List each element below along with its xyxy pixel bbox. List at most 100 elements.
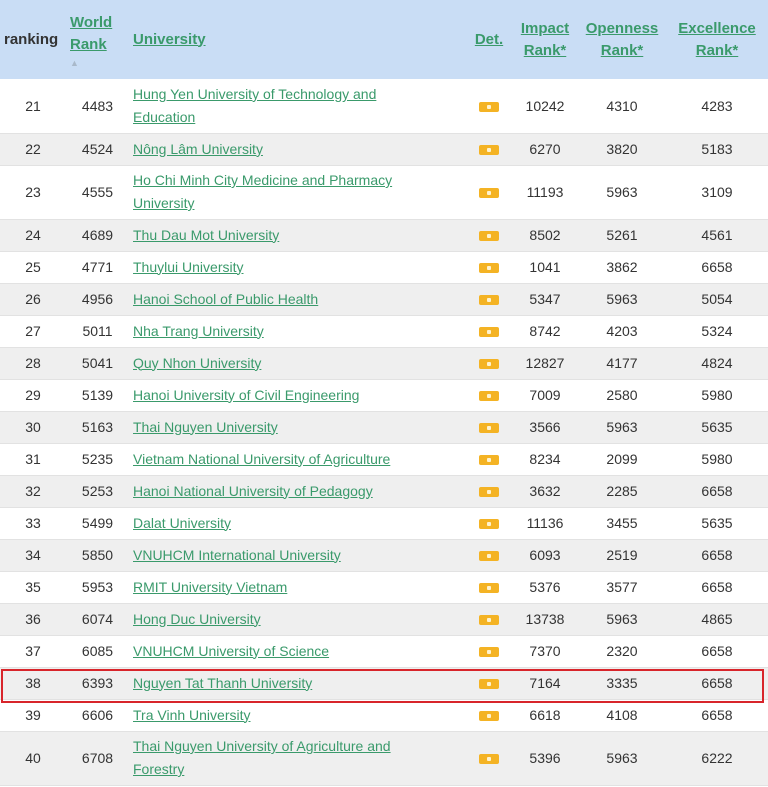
cell-det[interactable] — [466, 379, 512, 411]
cell-det[interactable] — [466, 571, 512, 603]
details-icon[interactable] — [479, 754, 499, 765]
cell-det[interactable] — [466, 443, 512, 475]
col-header-openness-rank[interactable]: Openness Rank* — [578, 0, 666, 79]
cell-university[interactable]: Thai Nguyen University — [129, 411, 466, 443]
table-row: 31 5235 Vietnam National University of Agr… — [0, 443, 768, 475]
university-link[interactable]: Hung Yen University of Technology and — [133, 86, 376, 102]
details-icon[interactable] — [479, 391, 499, 402]
cell-det[interactable] — [466, 411, 512, 443]
cell-university[interactable]: Thuylui University — [129, 251, 466, 283]
details-icon[interactable] — [479, 711, 499, 722]
details-icon[interactable] — [479, 102, 499, 113]
world-rank-sort-link[interactable]: World Rank — [70, 14, 112, 53]
cell-det[interactable] — [466, 475, 512, 507]
university-link[interactable]: Thai Nguyen University of Agriculture an… — [133, 738, 391, 754]
cell-university[interactable]: Hanoi University of Civil Engineering — [129, 379, 466, 411]
cell-university[interactable]: Nguyen Tat Thanh University — [129, 667, 466, 699]
university-link[interactable]: Hanoi University of Civil Engineering — [133, 387, 359, 403]
cell-university[interactable]: Hong Duc University — [129, 603, 466, 635]
details-icon[interactable] — [479, 295, 499, 306]
cell-university[interactable]: VNUHCM International University — [129, 539, 466, 571]
university-sort-link[interactable]: University — [133, 31, 206, 48]
details-icon[interactable] — [479, 327, 499, 338]
col-header-impact-rank[interactable]: Impact Rank* — [512, 0, 578, 79]
university-link[interactable]: Tra Vinh University — [133, 707, 250, 723]
cell-impact-rank: 6618 — [529, 707, 561, 723]
cell-det[interactable] — [466, 315, 512, 347]
university-link[interactable]: Nông Lâm University — [133, 141, 263, 157]
openness-rank-sort-link[interactable]: Openness Rank* — [586, 20, 659, 59]
cell-det[interactable] — [466, 251, 512, 283]
details-icon[interactable] — [479, 551, 499, 562]
cell-excellence-rank: 5980 — [701, 451, 733, 467]
cell-university[interactable]: Thu Dau Mot University — [129, 219, 466, 251]
cell-university[interactable]: Ho Chi Minh City Medicine and Pharmacy Un… — [129, 165, 466, 219]
cell-university[interactable]: Nông Lâm University — [129, 133, 466, 165]
cell-university[interactable]: Hanoi School of Public Health — [129, 283, 466, 315]
excellence-rank-sort-link[interactable]: Excellence Rank* — [678, 20, 756, 59]
university-link[interactable]: VNUHCM International University — [133, 547, 341, 563]
university-link[interactable]: Nguyen Tat Thanh University — [133, 675, 312, 691]
details-icon[interactable] — [479, 679, 499, 690]
cell-university[interactable]: Hanoi National University of Pedagogy — [129, 475, 466, 507]
cell-university[interactable]: Nha Trang University — [129, 315, 466, 347]
university-link[interactable]: Nha Trang University — [133, 323, 264, 339]
details-icon[interactable] — [479, 188, 499, 199]
university-link-line2[interactable]: University — [133, 195, 194, 211]
cell-det[interactable] — [466, 219, 512, 251]
university-link[interactable]: Thu Dau Mot University — [133, 227, 279, 243]
cell-university[interactable]: Quy Nhon University — [129, 347, 466, 379]
details-icon[interactable] — [479, 647, 499, 658]
cell-det[interactable] — [466, 507, 512, 539]
details-icon[interactable] — [479, 231, 499, 242]
university-link[interactable]: Thuylui University — [133, 259, 243, 275]
col-header-university[interactable]: University — [129, 0, 466, 79]
cell-det[interactable] — [466, 635, 512, 667]
cell-university[interactable]: Tra Vinh University — [129, 699, 466, 731]
details-icon[interactable] — [479, 423, 499, 434]
cell-university[interactable]: Hung Yen University of Technology and Edu… — [129, 79, 466, 133]
university-link[interactable]: Hong Duc University — [133, 611, 261, 627]
university-link-line2[interactable]: Forestry — [133, 761, 184, 777]
cell-det[interactable] — [466, 347, 512, 379]
col-header-det[interactable]: Det. — [466, 0, 512, 79]
cell-det[interactable] — [466, 699, 512, 731]
details-icon[interactable] — [479, 359, 499, 370]
cell-det[interactable] — [466, 667, 512, 699]
cell-det[interactable] — [466, 133, 512, 165]
university-link-line2[interactable]: Education — [133, 109, 195, 125]
university-link[interactable]: RMIT University Vietnam — [133, 579, 287, 595]
cell-university[interactable]: Thai Nguyen University of Agriculture an… — [129, 731, 466, 785]
cell-world-rank: 6708 — [81, 750, 114, 766]
cell-det[interactable] — [466, 165, 512, 219]
cell-det[interactable] — [466, 283, 512, 315]
details-icon[interactable] — [479, 455, 499, 466]
cell-excellence-rank: 4865 — [701, 611, 733, 627]
col-header-excellence-rank[interactable]: Excellence Rank* — [666, 0, 768, 79]
university-link[interactable]: Quy Nhon University — [133, 355, 261, 371]
details-icon[interactable] — [479, 583, 499, 594]
university-link[interactable]: Hanoi School of Public Health — [133, 291, 318, 307]
details-icon[interactable] — [479, 519, 499, 530]
cell-det[interactable] — [466, 731, 512, 785]
det-sort-link[interactable]: Det. — [475, 31, 503, 48]
cell-det[interactable] — [466, 79, 512, 133]
cell-det[interactable] — [466, 539, 512, 571]
cell-det[interactable] — [466, 603, 512, 635]
cell-university[interactable]: VNUHCM University of Science — [129, 635, 466, 667]
details-icon[interactable] — [479, 487, 499, 498]
university-link[interactable]: Hanoi National University of Pedagogy — [133, 483, 373, 499]
cell-university[interactable]: Dalat University — [129, 507, 466, 539]
impact-rank-sort-link[interactable]: Impact Rank* — [521, 20, 569, 59]
details-icon[interactable] — [479, 145, 499, 156]
details-icon[interactable] — [479, 263, 499, 274]
col-header-world-rank[interactable]: World Rank ▲ — [66, 0, 129, 79]
university-link[interactable]: Dalat University — [133, 515, 231, 531]
university-link[interactable]: VNUHCM University of Science — [133, 643, 329, 659]
details-icon[interactable] — [479, 615, 499, 626]
cell-university[interactable]: RMIT University Vietnam — [129, 571, 466, 603]
university-link[interactable]: Thai Nguyen University — [133, 419, 278, 435]
cell-university[interactable]: Vietnam National University of Agricultu… — [129, 443, 466, 475]
university-link[interactable]: Vietnam National University of Agricultu… — [133, 451, 390, 467]
university-link[interactable]: Ho Chi Minh City Medicine and Pharmacy — [133, 172, 392, 188]
